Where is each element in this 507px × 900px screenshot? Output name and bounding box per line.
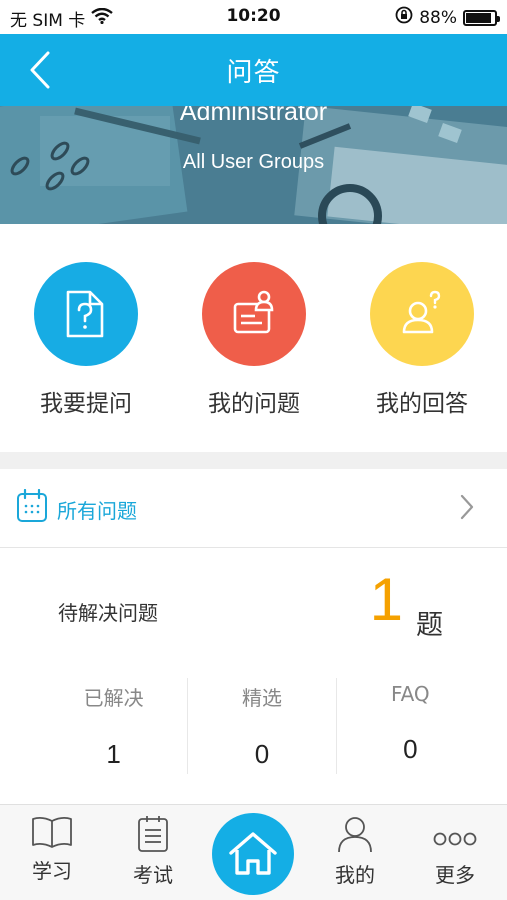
tab-label: 学习 bbox=[32, 859, 72, 883]
stat-value: 1 bbox=[106, 739, 121, 769]
tab-exam[interactable]: 考试 bbox=[113, 815, 193, 888]
section-divider bbox=[0, 452, 507, 469]
tab-label: 更多 bbox=[435, 863, 475, 887]
quick-actions: 我要提问 我的问题 我的回答 bbox=[0, 224, 507, 452]
my-answers-label: 我的回答 bbox=[376, 391, 468, 417]
stat-faq[interactable]: FAQ 0 bbox=[335, 678, 484, 774]
stat-solved[interactable]: 已解决 1 bbox=[40, 678, 187, 774]
pending-label: 待解决问题 bbox=[58, 601, 158, 625]
stat-label: 已解决 bbox=[83, 686, 144, 710]
home-icon bbox=[229, 832, 277, 875]
stat-value: 0 bbox=[403, 734, 418, 764]
tab-label: 我的 bbox=[335, 863, 375, 887]
person-icon bbox=[338, 817, 372, 853]
back-button[interactable] bbox=[20, 48, 60, 92]
pending-count[interactable]: 1 bbox=[370, 570, 403, 630]
tab-study[interactable]: 学习 bbox=[12, 815, 92, 884]
stat-label: FAQ bbox=[390, 682, 430, 706]
user-group: All User Groups bbox=[182, 151, 325, 173]
pending-unit: 题 bbox=[416, 610, 443, 641]
more-dots-icon bbox=[433, 832, 477, 846]
all-questions-row[interactable]: 所有问题 bbox=[0, 469, 507, 548]
tab-more[interactable]: 更多 bbox=[415, 815, 495, 888]
book-icon bbox=[32, 816, 72, 848]
page-title: 问答 bbox=[226, 57, 281, 88]
ask-question-label: 我要提问 bbox=[40, 391, 132, 417]
battery-level bbox=[466, 12, 491, 23]
chevron-left-icon bbox=[30, 51, 50, 89]
pending-section: 待解决问题 1 题 已解决 1 精选 0 FAQ 0 bbox=[0, 548, 507, 804]
chevron-right-icon bbox=[459, 493, 475, 525]
ask-question-button[interactable]: 我要提问 bbox=[16, 262, 156, 418]
user-name: Administrator bbox=[179, 106, 328, 126]
tab-mine[interactable]: 我的 bbox=[315, 815, 395, 888]
stat-label: 精选 bbox=[241, 686, 282, 710]
battery-icon bbox=[463, 9, 500, 26]
question-document-icon bbox=[66, 290, 104, 338]
tab-bar: 学习 考试 我的 更多 bbox=[0, 804, 507, 900]
ask-question-circle bbox=[34, 262, 138, 366]
stat-featured[interactable]: 精选 0 bbox=[187, 678, 335, 774]
stats-row: 已解决 1 精选 0 FAQ 0 bbox=[40, 678, 484, 774]
user-question-icon bbox=[402, 290, 441, 334]
status-right: 88% bbox=[395, 6, 500, 29]
all-questions-label: 所有问题 bbox=[57, 499, 137, 523]
user-card-icon bbox=[233, 290, 274, 334]
my-questions-label: 我的问题 bbox=[208, 391, 300, 417]
nav-bar: 问答 bbox=[0, 34, 507, 106]
orientation-lock-icon bbox=[395, 6, 413, 29]
my-questions-button[interactable]: 我的问题 bbox=[184, 262, 324, 418]
my-questions-circle bbox=[202, 262, 306, 366]
calendar-icon bbox=[16, 488, 48, 527]
battery-percent: 88% bbox=[419, 7, 457, 28]
tab-home[interactable] bbox=[212, 813, 294, 895]
notepad-icon bbox=[138, 816, 168, 852]
tab-label: 考试 bbox=[133, 863, 173, 887]
my-answers-button[interactable]: 我的回答 bbox=[352, 262, 492, 418]
stat-value: 0 bbox=[254, 739, 270, 769]
profile-banner: Administrator All User Groups bbox=[0, 106, 507, 224]
status-bar: 无 SIM 卡 10:20 88% bbox=[0, 0, 507, 34]
my-answers-circle bbox=[370, 262, 474, 366]
